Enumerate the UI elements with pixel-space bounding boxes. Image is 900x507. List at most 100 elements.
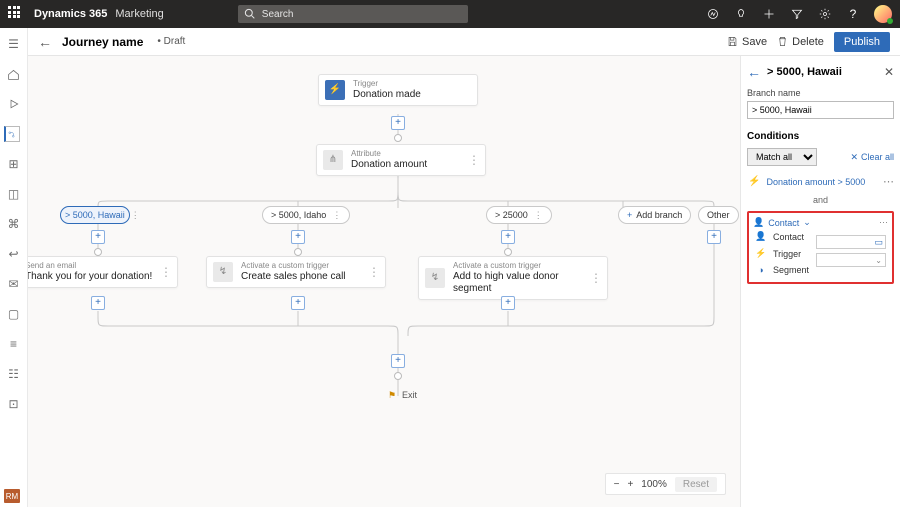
journey-title: Journey name xyxy=(62,35,143,49)
add-b1[interactable]: + xyxy=(91,230,105,244)
save-button[interactable]: Save xyxy=(727,36,767,48)
condition-operator-select[interactable]: ⌄ xyxy=(816,253,886,267)
nav-mail-icon[interactable]: ✉ xyxy=(6,276,22,292)
exit-label: Exit xyxy=(402,390,417,400)
branch-2-more-icon[interactable]: ⋮ xyxy=(332,210,341,221)
email-card[interactable]: Send an emailThank you for your donation… xyxy=(28,256,178,288)
contact-icon: 👤 xyxy=(755,231,767,242)
add-after-ct1[interactable]: + xyxy=(291,296,305,310)
journey-canvas[interactable]: ⚡ TriggerDonation made + ⋔ AttributeDona… xyxy=(28,56,740,507)
nav-list-icon[interactable]: ☷ xyxy=(6,366,22,382)
settings-icon[interactable] xyxy=(818,7,832,21)
exit-flag-icon: ⚑ xyxy=(388,390,396,401)
add-below-trigger[interactable]: + xyxy=(391,116,405,130)
condition-icon: ⚡ xyxy=(748,176,760,187)
trigger-card[interactable]: ⚡ TriggerDonation made xyxy=(318,74,478,106)
email-more-icon[interactable]: ⋮ xyxy=(154,265,171,279)
publish-button[interactable]: Publish xyxy=(834,32,890,52)
dropdown-item-label: Trigger xyxy=(773,249,801,259)
lightning-icon: ↯ xyxy=(425,268,445,288)
filter-icon[interactable] xyxy=(790,7,804,21)
nav-stack-icon[interactable]: ≡ xyxy=(6,336,22,352)
add-after-ct2[interactable]: + xyxy=(501,296,515,310)
app-launcher-icon[interactable] xyxy=(8,6,24,22)
conn-circ xyxy=(394,372,402,380)
nav-flow-icon[interactable]: ⌘ xyxy=(6,216,22,232)
condition-more-icon[interactable]: ⋯ xyxy=(883,175,893,188)
branch-3-pill[interactable]: > 25000 ⋮ xyxy=(486,206,552,224)
attribute-name: Donation amount xyxy=(351,159,427,171)
add-branch-button[interactable]: +Add branch xyxy=(618,206,691,224)
attribute-card[interactable]: ⋔ AttributeDonation amount ⋮ xyxy=(316,144,486,176)
branch-1-pill[interactable]: > 5000, Hawaii⋮ xyxy=(60,206,130,224)
branch-3-more-icon[interactable]: ⋮ xyxy=(534,210,543,221)
nav-play-icon[interactable] xyxy=(6,96,22,112)
branch-1-more-icon[interactable]: ⋮ xyxy=(131,210,140,221)
branch-panel: ← > 5000, Hawaii ✕ Branch name Condition… xyxy=(740,56,900,507)
custom-trigger-1-card[interactable]: ↯ Activate a custom triggerCreate sales … xyxy=(206,256,386,288)
nav-journeys-icon[interactable] xyxy=(4,126,20,142)
trigger-name: Donation made xyxy=(353,89,421,101)
chevron-down-icon: ⌄ xyxy=(803,217,811,228)
panel-back-button[interactable]: ← xyxy=(747,64,761,80)
nav-form-icon[interactable]: ▢ xyxy=(6,306,22,322)
assistant-icon[interactable] xyxy=(706,7,720,21)
back-button[interactable]: ← xyxy=(38,34,52,50)
ct1-name: Create sales phone call xyxy=(241,271,346,283)
branch-2-pill[interactable]: > 5000, Idaho⋮ xyxy=(262,206,350,224)
delete-label: Delete xyxy=(792,36,824,48)
add-before-exit[interactable]: + xyxy=(391,354,405,368)
nav-grid-icon[interactable]: ⊡ xyxy=(6,396,22,412)
ct2-name: Add to high value donor segment xyxy=(453,271,584,295)
delete-button[interactable]: Delete xyxy=(777,36,824,48)
add-other[interactable]: + xyxy=(707,230,721,244)
email-name: Thank you for your donation! xyxy=(28,271,152,283)
status-badge: • Draft xyxy=(157,36,185,47)
ct2-more-icon[interactable]: ⋮ xyxy=(584,271,601,285)
dropdown-more-icon[interactable]: ⋯ xyxy=(879,217,888,228)
condition-row-1[interactable]: ⚡ Donation amount > 5000 ⋯ xyxy=(747,174,894,189)
other-branch-pill[interactable]: Other xyxy=(698,206,739,224)
condition-type-dropdown: 👤 Contact ⌄ ⋯ ▭ ⌄ 👤Contact ⚡Trigger ◑Seg… xyxy=(747,211,894,284)
clear-label: Clear all xyxy=(861,152,894,162)
card-icon: ▭ xyxy=(874,237,883,248)
dropdown-header[interactable]: 👤 Contact ⌄ ⋯ xyxy=(753,217,888,228)
branch-3-label: > 25000 xyxy=(495,210,528,220)
nav-menu-icon[interactable]: ☰ xyxy=(6,36,22,52)
add-after-email[interactable]: + xyxy=(91,296,105,310)
persona-badge[interactable]: RM xyxy=(4,489,20,503)
search-input[interactable] xyxy=(238,5,468,23)
branch-name-input[interactable] xyxy=(747,101,894,119)
panel-close-button[interactable]: ✕ xyxy=(884,65,894,79)
zoom-out-icon[interactable]: − xyxy=(614,479,620,490)
zoom-control[interactable]: − + 100% Reset xyxy=(605,473,726,495)
custom-trigger-2-card[interactable]: ↯ Activate a custom triggerAdd to high v… xyxy=(418,256,608,300)
nav-return-icon[interactable]: ↩ xyxy=(6,246,22,262)
condition-text: Donation amount > 5000 xyxy=(766,177,877,187)
attribute-icon: ⋔ xyxy=(323,150,343,170)
nav-home-icon[interactable] xyxy=(6,66,22,82)
user-avatar[interactable] xyxy=(874,5,892,23)
clear-all-button[interactable]: ✕Clear all xyxy=(850,152,894,163)
attribute-more-icon[interactable]: ⋮ xyxy=(462,153,479,167)
match-select[interactable]: Match all xyxy=(747,148,817,166)
segment-icon: ◑ xyxy=(755,265,767,275)
help-icon[interactable]: ? xyxy=(846,7,860,21)
attribute-type: Attribute xyxy=(351,149,427,159)
ct1-type: Activate a custom trigger xyxy=(241,261,346,271)
contact-icon: 👤 xyxy=(753,217,764,228)
trigger-icon: ⚡ xyxy=(755,248,767,259)
add-b2[interactable]: + xyxy=(291,230,305,244)
condition-field-input[interactable]: ▭ xyxy=(816,235,886,249)
connector-circle xyxy=(394,134,402,142)
nav-analytics-icon[interactable]: ⊞ xyxy=(6,156,22,172)
nav-chart-icon[interactable]: ◫ xyxy=(6,186,22,202)
dropdown-item-label: Segment xyxy=(773,265,809,275)
add-icon[interactable] xyxy=(762,7,776,21)
zoom-reset-button[interactable]: Reset xyxy=(675,477,717,492)
add-b3[interactable]: + xyxy=(501,230,515,244)
zoom-in-icon[interactable]: + xyxy=(627,479,633,490)
other-branch-label: Other xyxy=(707,210,730,220)
lightbulb-icon[interactable] xyxy=(734,7,748,21)
ct1-more-icon[interactable]: ⋮ xyxy=(362,265,379,279)
